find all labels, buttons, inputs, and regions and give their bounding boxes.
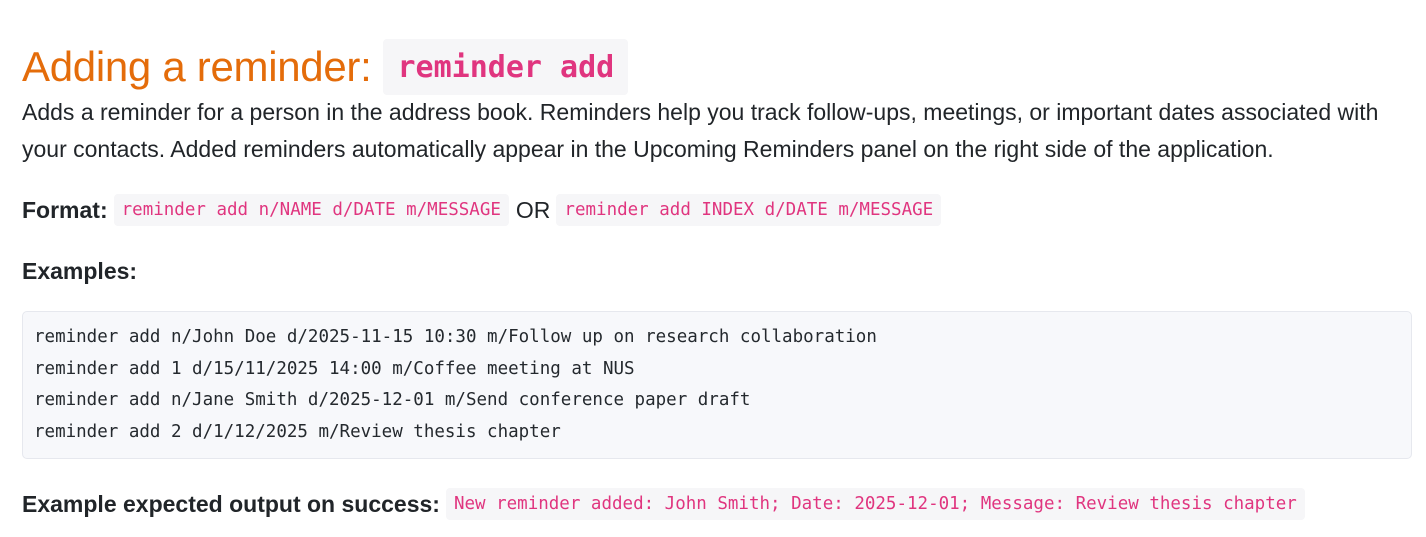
heading-command-code: reminder add — [383, 39, 629, 96]
format-or-text: OR — [515, 196, 551, 223]
format-line: Format: reminder add n/NAME d/DATE m/MES… — [22, 194, 942, 226]
section-heading: Adding a reminder: reminder add — [22, 39, 629, 96]
examples-label: Examples: — [22, 258, 138, 284]
documentation-section: Adding a reminder: reminder add Adds a r… — [0, 0, 1426, 537]
example-line: reminder add 1 d/15/11/2025 14:00 m/Coff… — [34, 358, 635, 379]
examples-code-block[interactable]: reminder add n/John Doe d/2025-11-15 10:… — [22, 311, 1412, 459]
format-code-by-index: reminder add INDEX d/DATE m/MESSAGE — [556, 194, 942, 226]
example-line: reminder add n/Jane Smith d/2025-12-01 m… — [34, 390, 751, 411]
command-description: Adds a reminder for a person in the addr… — [22, 99, 1379, 162]
expected-output-label: Example expected output on success: — [22, 490, 440, 517]
example-line: reminder add 2 d/1/12/2025 m/Review thes… — [34, 422, 561, 443]
expected-output-code: New reminder added: John Smith; Date: 20… — [445, 488, 1305, 520]
example-line: reminder add n/John Doe d/2025-11-15 10:… — [34, 327, 877, 347]
heading-title: Adding a reminder: — [22, 43, 372, 91]
format-label: Format: — [22, 196, 108, 223]
format-code-by-name: reminder add n/NAME d/DATE m/MESSAGE — [113, 194, 509, 226]
expected-output-line: Example expected output on success: New … — [22, 488, 1305, 520]
